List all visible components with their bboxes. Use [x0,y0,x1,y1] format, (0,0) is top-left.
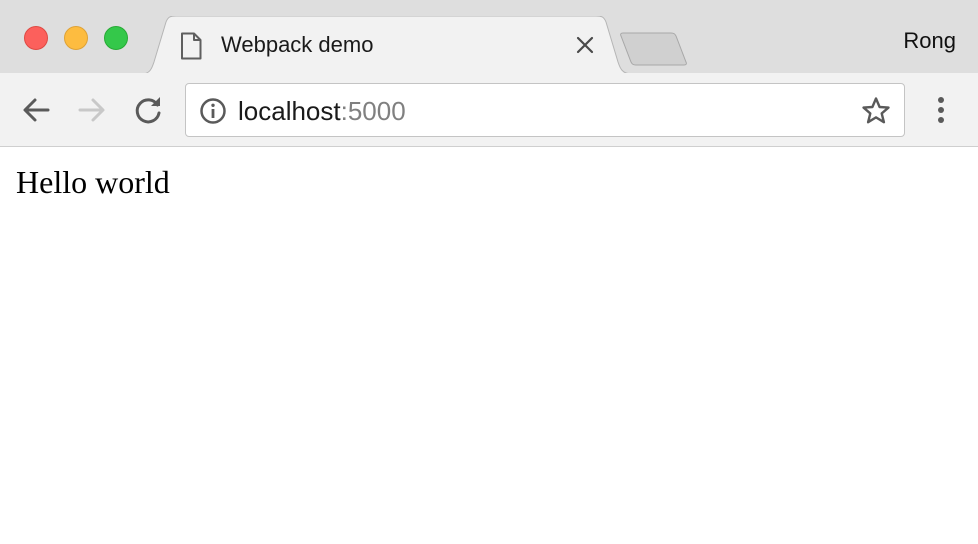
tab-title: Webpack demo [221,32,374,57]
window-maximize-button[interactable] [104,26,128,50]
url-host: localhost [238,96,341,126]
document-icon [181,32,202,60]
tab-strip: Webpack demo Rong [0,0,978,75]
address-bar[interactable]: localhost:5000 [185,83,905,137]
active-tab[interactable] [142,16,632,75]
arrow-left-icon[interactable] [19,93,53,127]
info-icon[interactable] [199,97,227,125]
url-text[interactable]: localhost:5000 [238,96,406,126]
page-text: Hello world [16,164,170,200]
reload-icon[interactable] [131,93,165,127]
window-close-button[interactable] [24,26,48,50]
more-vertical-icon[interactable] [926,93,956,127]
star-icon[interactable] [860,95,892,127]
arrow-right-icon[interactable] [75,93,109,127]
browser-window: Webpack demo Rong localhost:5000 Hello w… [0,0,978,544]
new-tab-icon[interactable] [619,30,689,66]
close-icon[interactable] [574,34,596,56]
toolbar: localhost:5000 [0,73,978,147]
profile-name[interactable]: Rong [903,27,956,55]
url-port: :5000 [340,96,406,126]
page-content: Hello world [0,148,978,544]
window-minimize-button[interactable] [64,26,88,50]
